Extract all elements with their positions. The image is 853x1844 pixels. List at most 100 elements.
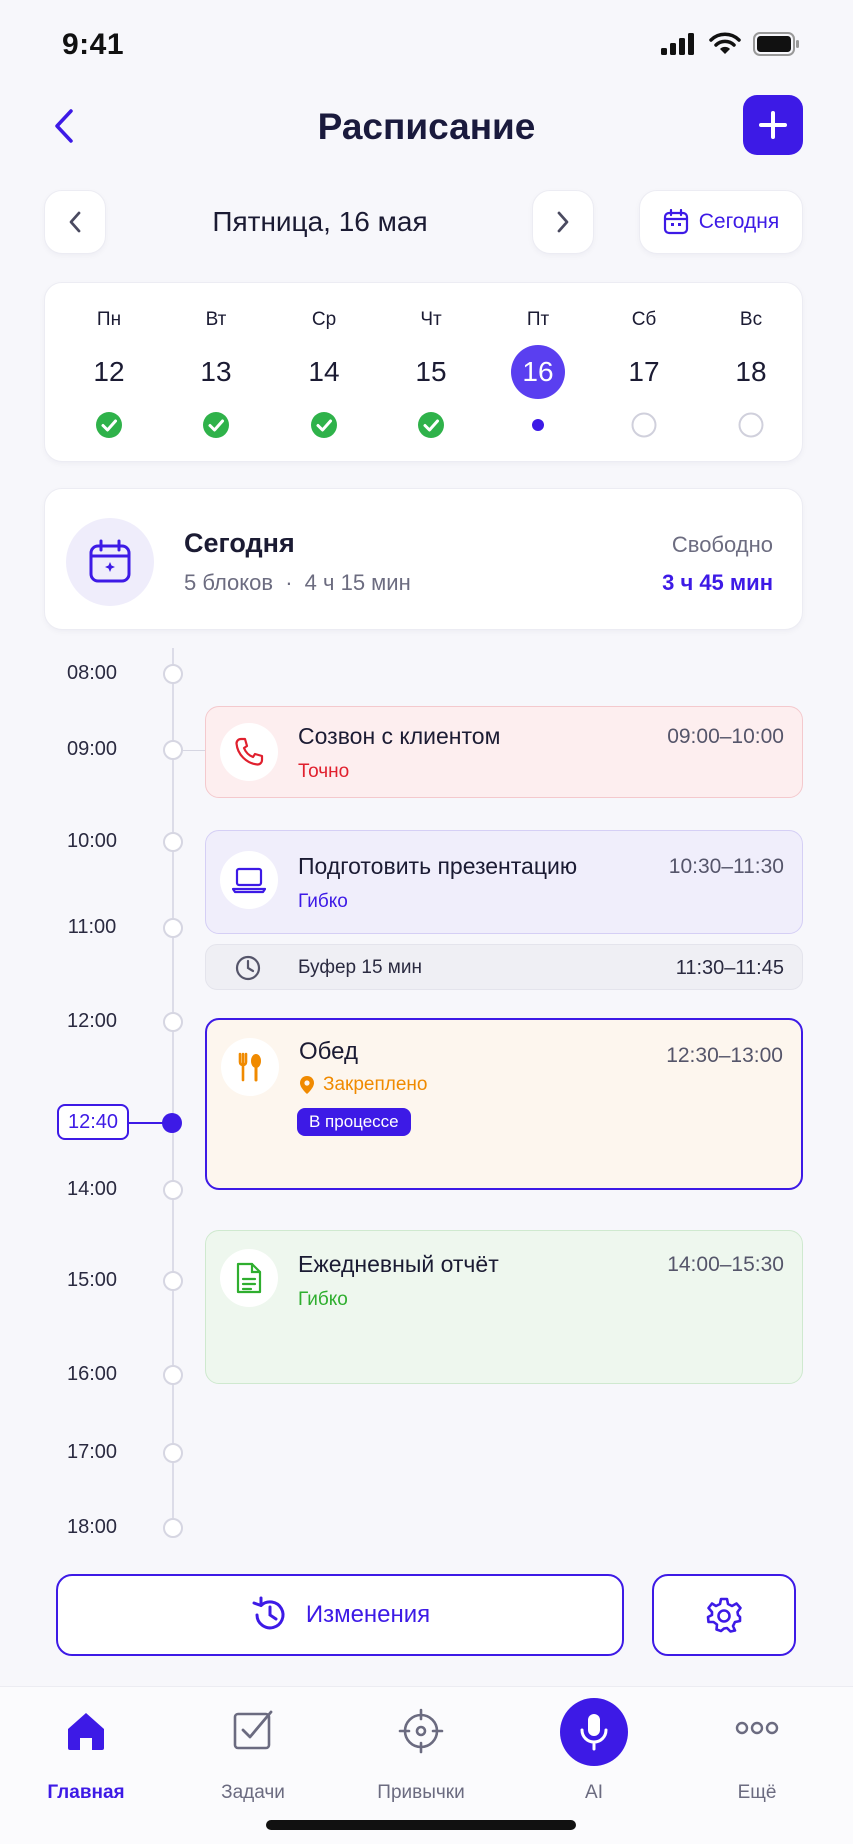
more-dots-icon — [735, 1720, 779, 1736]
today-button[interactable]: Сегодня — [639, 190, 803, 254]
changes-button[interactable]: Изменения — [56, 1574, 624, 1656]
status-time: 9:41 — [62, 28, 125, 61]
battery-icon — [753, 32, 799, 56]
checkbox-icon — [231, 1708, 275, 1752]
timeline-hour-dot — [163, 740, 183, 760]
timeline-hour-label: 09:00 — [66, 738, 118, 760]
empty-circle-icon — [630, 411, 658, 439]
buffer-title: Буфер 15 мин — [298, 957, 422, 978]
week-day-name: Пт — [526, 309, 550, 330]
next-day-button[interactable] — [532, 190, 594, 254]
event-time: 09:00–10:00 — [667, 725, 784, 748]
timeline-hour-label: 15:00 — [66, 1269, 118, 1291]
timeline-hour-dot — [163, 1365, 183, 1385]
current-dot-icon — [524, 411, 552, 439]
timeline-hour-dot — [163, 918, 183, 938]
week-day-name: Пн — [96, 309, 122, 330]
week-day-name: Чт — [420, 309, 442, 330]
phone-icon — [220, 723, 278, 781]
summary-blocks: 5 блоков — [184, 570, 274, 595]
event-tag: Точно — [298, 761, 350, 782]
event-presentation[interactable]: Подготовить презентацию 10:30–11:30 Гибк… — [205, 830, 803, 934]
timeline-hour-label: 08:00 — [66, 662, 118, 684]
tab-label: Задачи — [221, 1782, 285, 1803]
buffer-time: 11:30–11:45 — [675, 957, 784, 979]
current-time-line — [129, 1122, 165, 1124]
week-day-number: 18 — [735, 356, 767, 387]
today-button-label: Сегодня — [698, 210, 780, 233]
timeline-hour-label: 10:00 — [66, 830, 118, 852]
week-strip: Пн 12 Вт 13 Ср 14 Чт 15 Пт 16 Сб 17 Вс 18 — [44, 282, 803, 462]
week-day-number: 14 — [308, 356, 340, 387]
changes-button-label: Изменения — [305, 1601, 431, 1628]
pin-icon — [300, 1076, 314, 1094]
summary-subtitle: 5 блоков · 4 ч 15 мин — [184, 570, 411, 596]
week-day-name: Вт — [205, 309, 227, 330]
timeline-hour-label: 17:00 — [66, 1441, 118, 1463]
laptop-icon — [220, 851, 278, 909]
tab-label: Главная — [47, 1782, 125, 1803]
chevron-left-icon — [69, 211, 81, 233]
wifi-icon — [709, 32, 741, 54]
add-button[interactable] — [743, 95, 803, 155]
prev-day-button[interactable] — [44, 190, 106, 254]
check-circle-icon — [417, 411, 445, 439]
current-time-badge: 12:40 — [57, 1104, 129, 1140]
timeline-connector — [183, 750, 205, 751]
event-lunch[interactable]: Обед 12:30–13:00 Закреплено — [205, 1018, 803, 1190]
event-tag: Закреплено — [323, 1074, 428, 1095]
event-call[interactable]: Созвон с клиентом 09:00–10:00 Точно — [205, 706, 803, 798]
event-title: Ежедневный отчёт — [298, 1251, 499, 1277]
chevron-right-icon — [557, 211, 569, 233]
signal-icon — [661, 33, 694, 55]
timeline-hour-dot — [163, 832, 183, 852]
timeline-hour-dot — [163, 1443, 183, 1463]
check-circle-icon — [202, 411, 230, 439]
status-badge: В процессе — [297, 1108, 411, 1136]
ai-button — [560, 1698, 628, 1766]
check-circle-icon — [95, 411, 123, 439]
check-circle-icon — [310, 411, 338, 439]
free-time-label: Свободно — [671, 532, 773, 557]
clock-icon — [234, 954, 262, 982]
timeline-hour-label: 18:00 — [66, 1516, 118, 1538]
settings-button[interactable] — [652, 1574, 796, 1656]
home-icon — [63, 1708, 109, 1754]
empty-circle-icon — [737, 411, 765, 439]
event-tag: Гибко — [298, 1289, 348, 1310]
event-title: Подготовить презентацию — [298, 853, 578, 879]
tab-label: Ещё — [737, 1782, 777, 1803]
microphone-icon — [560, 1698, 628, 1766]
history-icon — [252, 1596, 285, 1630]
target-icon — [398, 1708, 444, 1754]
event-time: 10:30–11:30 — [668, 855, 784, 878]
document-icon — [220, 1249, 278, 1307]
event-title: Обед — [299, 1038, 358, 1065]
day-summary-card — [44, 488, 803, 630]
free-time-value: 3 ч 45 мин — [662, 570, 773, 595]
timeline-hour-label: 14:00 — [66, 1178, 118, 1200]
calendar-icon — [663, 209, 688, 235]
buffer-block[interactable]: Буфер 15 мин 11:30–11:45 — [205, 944, 803, 990]
event-time: 14:00–15:30 — [667, 1253, 784, 1276]
week-day-number: 16 — [511, 345, 565, 399]
plus-icon — [759, 111, 787, 139]
timeline-hour-dot — [163, 1518, 183, 1538]
current-date: Пятница, 16 мая — [212, 206, 428, 237]
event-report[interactable]: Ежедневный отчёт 14:00–15:30 Гибко — [205, 1230, 803, 1384]
timeline-hour-label: 12:00 — [66, 1010, 118, 1032]
timeline-line — [172, 648, 174, 1530]
week-day-name: Ср — [311, 309, 337, 330]
summary-calendar-icon — [66, 518, 154, 606]
week-day-number: 13 — [200, 356, 232, 387]
timeline-hour-label: 11:00 — [67, 916, 117, 938]
summary-duration: 4 ч 15 мин — [304, 570, 411, 595]
gear-icon — [706, 1597, 742, 1633]
tab-label: Привычки — [377, 1782, 465, 1803]
timeline-hour-dot — [163, 664, 183, 684]
timeline-hour-dot — [163, 1271, 183, 1291]
fork-spoon-icon — [221, 1038, 279, 1096]
timeline-hour-label: 16:00 — [66, 1363, 118, 1385]
week-day-number: 17 — [628, 356, 660, 387]
week-day-name: Сб — [631, 309, 657, 330]
